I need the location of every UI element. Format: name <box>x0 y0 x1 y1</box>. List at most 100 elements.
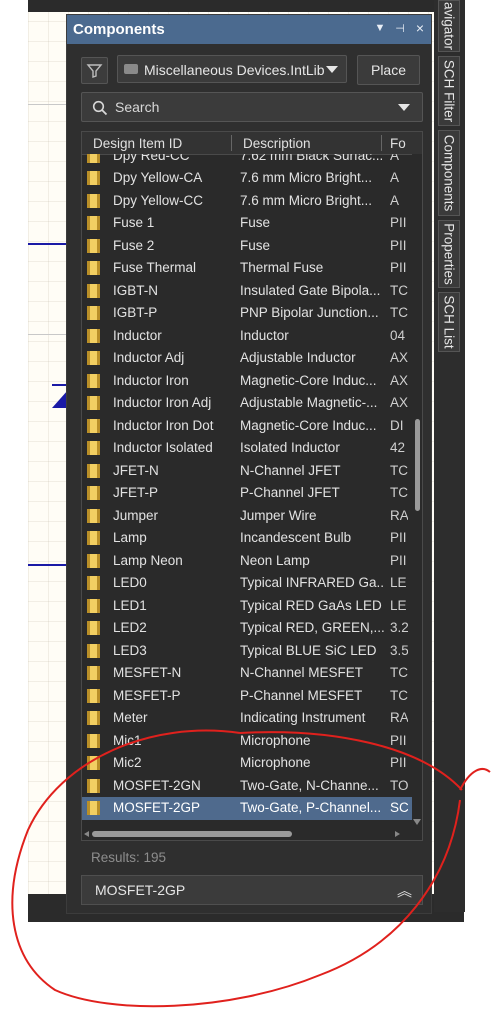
table-row[interactable]: Dpy Yellow-CC 7.6 mm Micro Bright... A <box>82 190 412 213</box>
table-row[interactable]: Inductor Adj Adjustable Inductor AX <box>82 347 412 370</box>
vertical-scrollbar[interactable] <box>412 154 422 827</box>
component-icon <box>87 553 100 568</box>
selected-item-label: MOSFET-2GP <box>95 882 186 898</box>
table-row[interactable]: MESFET-N N-Channel MESFET TC <box>82 662 412 685</box>
close-icon[interactable]: × <box>413 20 427 36</box>
tab-properties[interactable]: Properties <box>438 220 460 288</box>
table-row[interactable]: Jumper Jumper Wire RA <box>82 505 412 528</box>
table-row[interactable]: Fuse Thermal Thermal Fuse PII <box>82 257 412 280</box>
scroll-right-icon[interactable] <box>395 831 400 837</box>
search-field[interactable]: Search <box>81 92 423 122</box>
table-row[interactable]: Inductor Iron Dot Magnetic-Core Induc... D… <box>82 415 412 438</box>
column-header-description[interactable]: Description <box>243 136 311 151</box>
component-icon <box>87 688 100 703</box>
scroll-down-icon[interactable] <box>413 819 421 825</box>
table-row[interactable]: Inductor Iron Adj Adjustable Magnetic-...… <box>82 392 412 415</box>
table-row[interactable]: Fuse 1 Fuse PII <box>82 212 412 235</box>
description: Neon Lamp <box>240 552 310 568</box>
table-row[interactable]: Inductor Iron Magnetic-Core Induc... AX <box>82 370 412 393</box>
table-row[interactable]: Inductor Inductor 04 <box>82 325 412 348</box>
footprint: SC <box>390 800 408 815</box>
footprint: LE <box>390 597 407 613</box>
scrollbar-thumb[interactable] <box>92 831 292 837</box>
table-row[interactable]: JFET-N N-Channel JFET TC <box>82 460 412 483</box>
column-resize-handle[interactable] <box>231 135 232 151</box>
library-dropdown[interactable]: Miscellaneous Devices.IntLib <box>117 55 347 83</box>
chevron-down-icon[interactable] <box>398 104 410 111</box>
horizontal-scrollbar[interactable] <box>82 828 422 840</box>
panel-menu-icon[interactable]: ▼ <box>373 22 387 34</box>
schematic-wire[interactable] <box>28 243 68 245</box>
design-item-id: Inductor Isolated <box>113 440 213 455</box>
tab-sch-list[interactable]: SCH List <box>438 292 460 352</box>
schematic-wire[interactable] <box>28 564 68 566</box>
tab-components[interactable]: Components <box>438 130 460 216</box>
footprint: PII <box>390 215 407 230</box>
table-row[interactable]: Meter Indicating Instrument RA <box>82 707 412 730</box>
design-item-id: Fuse 1 <box>113 215 155 230</box>
table-row[interactable]: Dpy Yellow-CA 7.6 mm Micro Bright... A <box>82 167 412 190</box>
description: Microphone <box>240 732 311 748</box>
table-row[interactable]: Mic1 Microphone PII <box>82 730 412 753</box>
description: N-Channel MESFET <box>240 665 364 680</box>
scroll-left-icon[interactable] <box>84 831 89 837</box>
component-icon <box>87 576 100 590</box>
footprint: TC <box>390 485 408 500</box>
design-item-id: Lamp Neon <box>113 552 183 568</box>
table-row[interactable]: Fuse 2 Fuse PII <box>82 235 412 258</box>
component-icon <box>87 666 100 680</box>
design-item-id: Dpy Yellow-CA <box>113 170 203 185</box>
place-button[interactable]: Place <box>357 55 420 85</box>
tab-navigator[interactable]: avigator <box>438 0 460 52</box>
column-resize-handle[interactable] <box>381 135 382 151</box>
footprint: RA <box>390 507 408 523</box>
sheet-border-line <box>28 334 68 335</box>
design-item-id: Lamp <box>113 530 147 545</box>
components-panel: Components ▼ ⊣ × Miscellaneous Devices.I… <box>66 14 432 914</box>
component-icon <box>87 238 100 253</box>
description: 7.6 mm Micro Bright... <box>240 170 373 185</box>
footprint: PII <box>390 530 407 545</box>
table-row[interactable]: LED3 Typical BLUE SiC LED 3.5 <box>82 640 412 663</box>
component-icon <box>87 598 100 613</box>
table-row[interactable]: IGBT-N Insulated Gate Bipola... TC <box>82 280 412 303</box>
design-item-id: LED2 <box>113 620 147 635</box>
table-row[interactable]: MOSFET-2GN Two-Gate, N-Channe... TO <box>82 775 412 798</box>
design-item-id: JFET-P <box>113 485 159 500</box>
component-icon <box>87 801 100 815</box>
table-row[interactable]: Lamp Neon Neon Lamp PII <box>82 550 412 573</box>
description: Typical RED, GREEN,... <box>240 620 384 635</box>
description: Typical RED GaAs LED <box>240 597 382 613</box>
table-row[interactable]: MOSFET-2GP Two-Gate, P-Channel... SC <box>82 797 412 820</box>
grid-rows: Dpy Red-CC 7.62 mm Black Surfac... A Dpy Ye… <box>82 154 412 827</box>
footprint: AX <box>390 372 408 388</box>
tab-label: Components <box>441 134 457 212</box>
results-count: Results: 195 <box>91 850 167 865</box>
table-row[interactable]: JFET-P P-Channel JFET TC <box>82 482 412 505</box>
component-icon <box>87 306 100 320</box>
description: Fuse <box>240 237 271 253</box>
tab-sch-filter[interactable]: SCH Filter <box>438 56 460 126</box>
table-row[interactable]: MESFET-P P-Channel MESFET TC <box>82 685 412 708</box>
table-row[interactable]: Dpy Red-CC 7.62 mm Black Surfac... A <box>82 154 412 167</box>
pin-icon[interactable]: ⊣ <box>393 22 407 35</box>
table-row[interactable]: LED0 Typical INFRARED Ga... LE <box>82 572 412 595</box>
table-row[interactable]: LED2 Typical RED, GREEN,... 3.2 <box>82 617 412 640</box>
table-row[interactable]: IGBT-P PNP Bipolar Junction... TC <box>82 302 412 325</box>
description: Typical BLUE SiC LED <box>240 642 377 658</box>
chevron-double-up-icon[interactable]: ︽ <box>397 880 412 901</box>
table-row[interactable]: Inductor Isolated Isolated Inductor 42 <box>82 437 412 460</box>
filter-button[interactable] <box>81 57 108 84</box>
table-row[interactable]: LED1 Typical RED GaAs LED LE <box>82 595 412 618</box>
design-item-id: JFET-N <box>113 462 159 478</box>
footprint: TC <box>390 305 408 320</box>
table-row[interactable]: Lamp Incandescent Bulb PII <box>82 527 412 550</box>
details-header[interactable]: MOSFET-2GP ︽ <box>81 875 423 905</box>
column-header-design-item-id[interactable]: Design Item ID <box>93 136 182 151</box>
table-row[interactable]: Mic2 Microphone PII <box>82 752 412 775</box>
tab-label: Properties <box>441 223 457 285</box>
description: N-Channel JFET <box>240 462 341 478</box>
column-header-footprint[interactable]: Fo <box>390 136 406 151</box>
footprint: TC <box>390 462 408 478</box>
scrollbar-thumb[interactable] <box>415 419 420 511</box>
